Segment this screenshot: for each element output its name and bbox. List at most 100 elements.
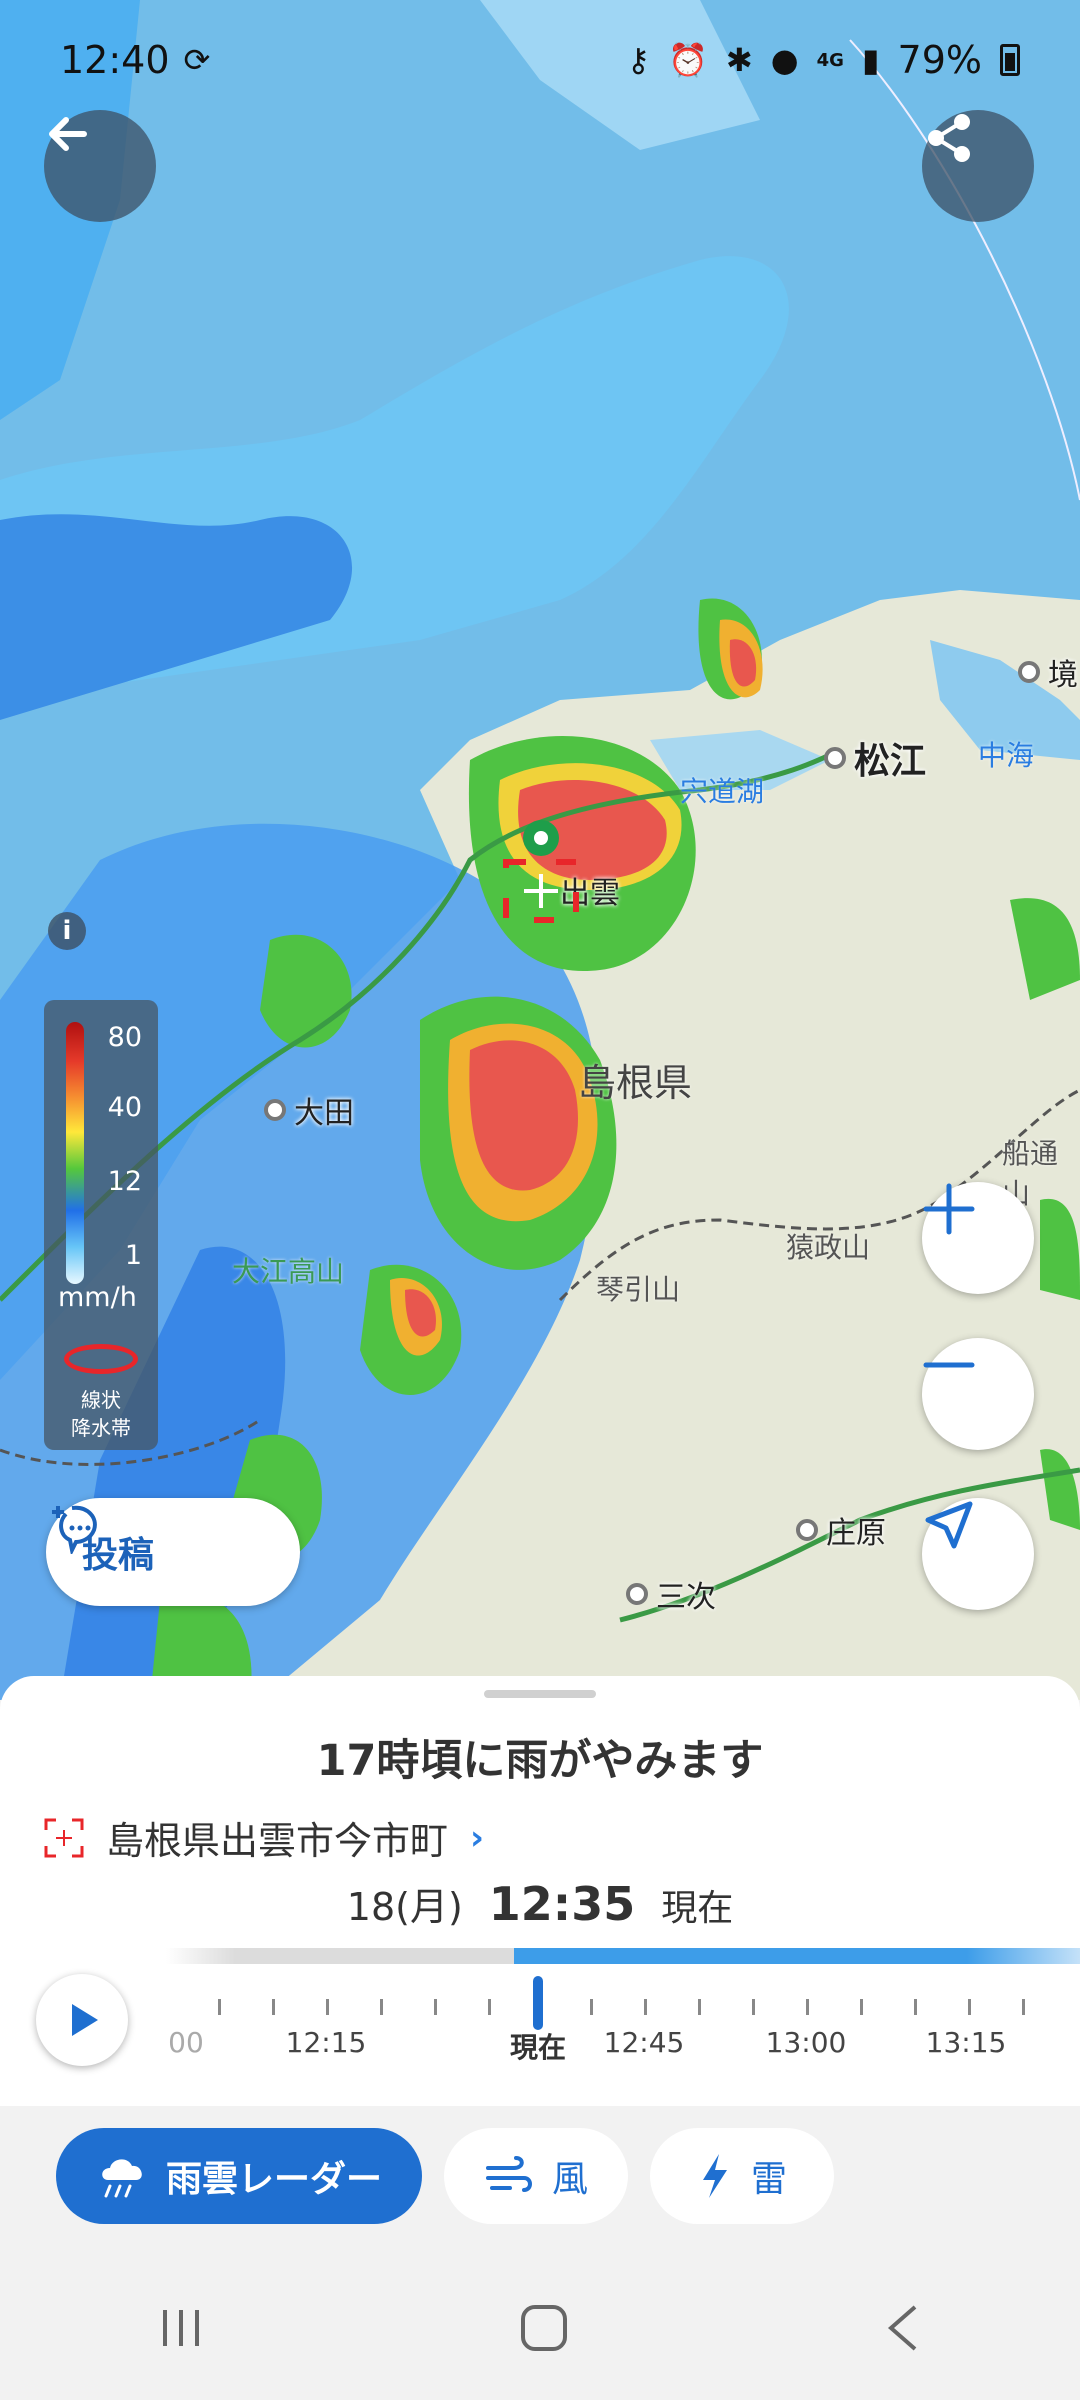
play-icon xyxy=(72,2004,98,2036)
linear-band-icon xyxy=(64,1344,138,1374)
location-target-icon xyxy=(44,1818,84,1857)
tab-wind-label: 風 xyxy=(551,2159,588,2200)
signal-icon: ▮ xyxy=(861,41,880,79)
system-navigation-bar xyxy=(0,2256,1080,2400)
back-button[interactable] xyxy=(44,110,156,222)
rain-radar-map[interactable]: 松江 境 大田 庄原 三次 出雲 島根県 宍道湖 中海 大江高山 猿政山 琴引山… xyxy=(0,0,1080,1700)
timeline-tick xyxy=(380,1999,383,2015)
tab-thunder-label: 雷 xyxy=(750,2159,787,2200)
my-location-button[interactable] xyxy=(922,1498,1034,1610)
key-icon: ⚷ xyxy=(626,41,651,79)
timeline-forecast xyxy=(514,1948,1080,1964)
precipitation-legend: 80 40 12 1 mm/h 線状 降水帯 xyxy=(44,1000,158,1450)
label-lake-shinji: 宍道湖 xyxy=(680,775,765,808)
wind-icon xyxy=(485,2156,532,2192)
timeline-label-now: 現在 xyxy=(509,2031,567,2064)
tab-wind[interactable]: 風 xyxy=(444,2128,628,2224)
battery-percent: 79% xyxy=(897,38,982,82)
timeline-tick xyxy=(326,1999,329,2015)
legend-value-40: 40 xyxy=(107,1092,142,1123)
legend-band-label-1: 線状 xyxy=(81,1388,121,1412)
network-type: 4G xyxy=(816,49,844,71)
home-icon[interactable] xyxy=(519,2303,569,2353)
zoom-out-button[interactable] xyxy=(922,1338,1034,1450)
timeline-tick xyxy=(488,1999,491,2015)
post-bubble-icon xyxy=(52,1505,97,1554)
navigation-arrow-icon xyxy=(925,1501,973,1549)
current-time-display: 18(月) 12:35 現在 xyxy=(0,1876,1080,1946)
place-sakai[interactable]: 境 xyxy=(1018,650,1078,694)
timeline-past xyxy=(166,1948,514,1964)
place-dot-icon xyxy=(626,1583,648,1605)
place-dot-icon xyxy=(824,747,846,769)
current-time: 12:35 xyxy=(488,1877,636,1931)
alarm-icon: ⏰ xyxy=(668,41,708,79)
zoom-in-button[interactable] xyxy=(922,1182,1034,1294)
timeline-label: 12:45 xyxy=(603,2026,685,2059)
lightning-icon xyxy=(702,2154,727,2198)
label-mt-sarumasa: 猿政山 xyxy=(786,1231,871,1264)
label-mt-kotobiki: 琴引山 xyxy=(596,1273,681,1306)
tab-rain-radar-label: 雨雲レーダー xyxy=(165,2159,382,2200)
timeline-track[interactable] xyxy=(166,1948,1080,1964)
minus-icon xyxy=(923,1362,975,1368)
recent-apps-icon[interactable] xyxy=(157,2306,205,2350)
location-name: 島根県出雲市今市町 xyxy=(106,1819,449,1863)
post-button[interactable]: 投稿 xyxy=(46,1498,300,1606)
place-matsue[interactable]: 松江 xyxy=(824,732,926,784)
legend-value-1: 1 xyxy=(124,1240,142,1271)
share-button[interactable] xyxy=(922,110,1034,222)
timeline-tick xyxy=(434,1999,437,2015)
plus-icon xyxy=(923,1183,975,1235)
current-date: 18(月) xyxy=(346,1885,463,1929)
timeline-tick xyxy=(806,1999,809,2015)
timeline-now-handle[interactable] xyxy=(533,1976,543,2030)
label-nakaumi: 中海 xyxy=(978,739,1035,772)
status-bar: 12:40 ⟳ ⚷ ⏰ ✱ ● 4G ▮ 79% xyxy=(0,0,1080,120)
rain-cloud-icon xyxy=(102,2159,142,2198)
status-time: 12:40 xyxy=(60,38,170,82)
timeline-tick xyxy=(1022,1999,1025,2015)
timeline-tick xyxy=(914,1999,917,2015)
info-icon[interactable]: i xyxy=(48,912,86,950)
tab-thunder[interactable]: 雷 xyxy=(650,2128,834,2224)
tab-rain-radar[interactable]: 雨雲レーダー xyxy=(56,2128,422,2224)
legend-value-80: 80 xyxy=(107,1022,142,1053)
timeline-tick xyxy=(590,1999,593,2015)
layer-tabs: 雨雲レーダー 風 雷 xyxy=(0,2106,1080,2256)
timeline-tick xyxy=(968,1999,971,2015)
place-dot-icon xyxy=(796,1519,818,1541)
legend-unit: mm/h xyxy=(58,1282,137,1313)
sync-icon: ⟳ xyxy=(183,41,211,79)
legend-color-bar xyxy=(66,1022,84,1284)
chevron-right-icon: › xyxy=(470,1817,485,1858)
label-mt-ooe: 大江高山 xyxy=(232,1255,345,1288)
rain-forecast-headline: 17時頃に雨がやみます xyxy=(316,1736,764,1786)
timeline-tick xyxy=(272,1999,275,2015)
place-ohda[interactable]: 大田 xyxy=(264,1088,354,1132)
battery-icon xyxy=(1000,44,1020,76)
timeline-tick xyxy=(644,1999,647,2015)
back-nav-icon[interactable] xyxy=(883,2303,923,2353)
legend-value-12: 12 xyxy=(107,1166,142,1197)
location-selector[interactable]: 島根県出雲市今市町 › xyxy=(44,1810,484,1865)
bluetooth-icon: ✱ xyxy=(725,41,753,79)
timeline-label: 12:15 xyxy=(285,2026,367,2059)
screen: 松江 境 大田 庄原 三次 出雲 島根県 宍道湖 中海 大江高山 猿政山 琴引山… xyxy=(0,0,1080,2400)
timeline-tick xyxy=(698,1999,701,2015)
current-location-marker[interactable] xyxy=(502,816,580,924)
place-shobara[interactable]: 庄原 xyxy=(796,1508,886,1552)
location-icon: ● xyxy=(770,41,799,79)
timeline-tick xyxy=(752,1999,755,2015)
now-label: 現在 xyxy=(661,1888,734,1929)
play-button[interactable] xyxy=(36,1974,128,2066)
place-miyoshi[interactable]: 三次 xyxy=(626,1572,716,1616)
place-dot-icon xyxy=(264,1099,286,1121)
location-pin-icon xyxy=(503,820,579,923)
sheet-drag-handle[interactable] xyxy=(484,1690,596,1698)
timeline-label: 13:00 xyxy=(765,2026,847,2059)
timeline-tick xyxy=(218,1999,221,2015)
label-prefecture: 島根県 xyxy=(578,1061,693,1105)
place-dot-icon xyxy=(1018,661,1040,683)
timeline-tick xyxy=(860,1999,863,2015)
